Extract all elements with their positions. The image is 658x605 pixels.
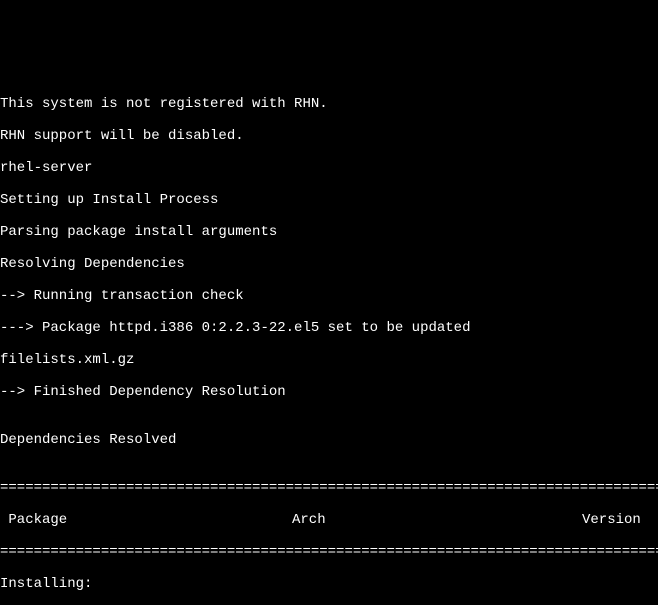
output-line: RHN support will be disabled. [0, 128, 658, 144]
header-package: Package [0, 512, 292, 528]
terminal-output[interactable]: This system is not registered with RHN. … [0, 80, 658, 605]
output-line: filelists.xml.gz [0, 352, 658, 368]
output-line: --> Running transaction check [0, 288, 658, 304]
output-line: Setting up Install Process [0, 192, 658, 208]
header-version: Version [582, 512, 658, 528]
header-arch: Arch [292, 512, 582, 528]
output-line: Resolving Dependencies [0, 256, 658, 272]
output-line: Dependencies Resolved [0, 432, 658, 448]
output-line: rhel-server [0, 160, 658, 176]
output-line: --> Finished Dependency Resolution [0, 384, 658, 400]
table-header: Package Arch Version [0, 512, 658, 528]
output-line: ---> Package httpd.i386 0:2.2.3-22.el5 s… [0, 320, 658, 336]
divider: ========================================… [0, 544, 658, 560]
output-line: Parsing package install arguments [0, 224, 658, 240]
divider: ========================================… [0, 480, 658, 496]
output-line: This system is not registered with RHN. [0, 96, 658, 112]
installing-label: Installing: [0, 576, 658, 592]
